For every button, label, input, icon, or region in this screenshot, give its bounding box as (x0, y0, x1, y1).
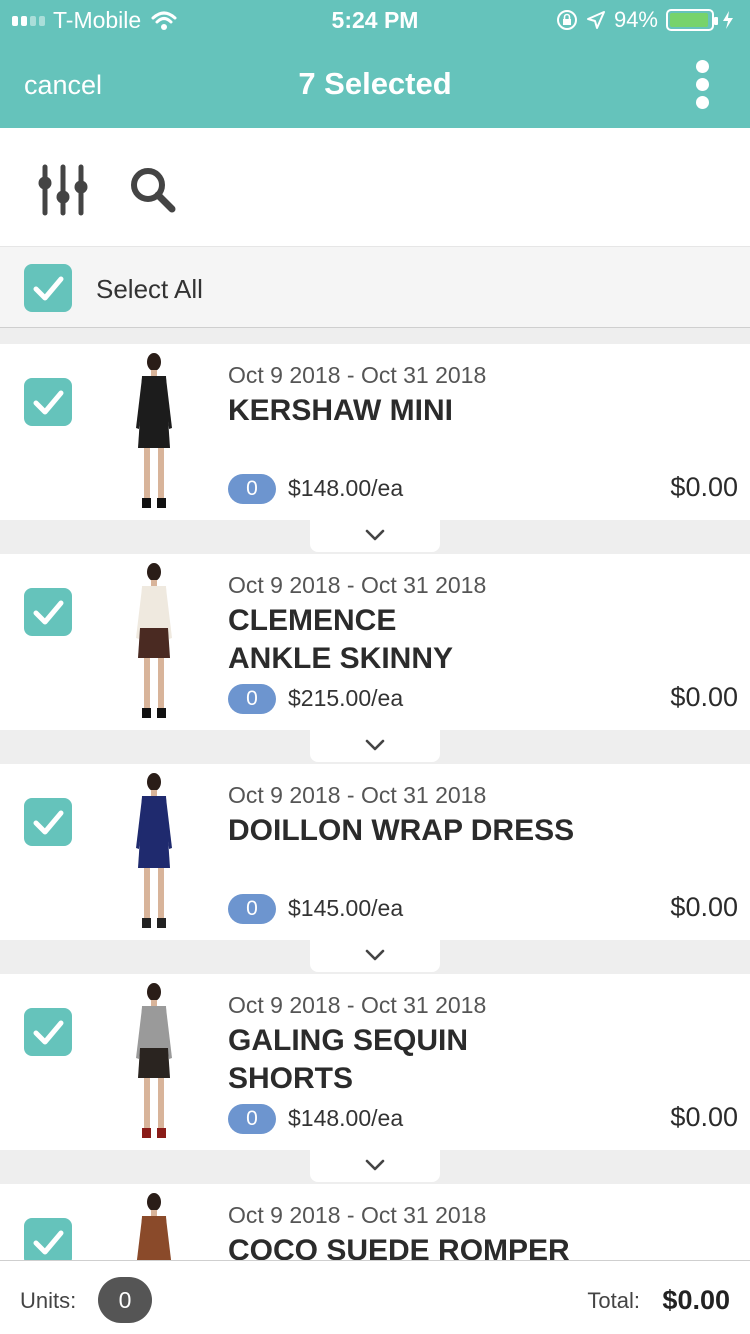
checkmark-icon (33, 1020, 64, 1045)
item-name-line: COCO SUEDE ROMPER (228, 1234, 570, 1260)
item-date-range: Oct 9 2018 - Oct 31 2018 (228, 362, 487, 388)
item-name-line: GALING SEQUIN (228, 1024, 469, 1057)
item-name-line: SHORTS (228, 1062, 354, 1095)
item-name: GALING SEQUIN SHORTS (228, 1022, 588, 1098)
orientation-lock-icon (556, 10, 577, 30)
total-value: $0.00 (662, 1285, 730, 1315)
item-subtotal: $0.00 (670, 682, 738, 712)
item-name-line: CLEMENCE (228, 604, 397, 637)
units-count-badge: 0 (98, 1277, 152, 1323)
toolbar (0, 128, 750, 246)
product-image[interactable] (112, 768, 196, 936)
item-checkbox[interactable] (24, 798, 72, 846)
filter-sliders-icon[interactable] (36, 163, 90, 217)
quantity-badge[interactable]: 0 (228, 474, 276, 504)
list-item[interactable]: Oct 9 2018 - Oct 31 2018 DOILLON WRAP DR… (0, 764, 750, 940)
item-name: CLEMENCE ANKLE SKINNY (228, 602, 588, 678)
page-title: 7 Selected (298, 66, 452, 101)
item-checkbox[interactable] (24, 1218, 72, 1260)
item-checkbox[interactable] (24, 1008, 72, 1056)
item-name: COCO SUEDE ROMPER (228, 1232, 588, 1260)
item-name-line: KERSHAW MINI (228, 394, 453, 427)
status-bar: T-Mobile 5:24 PM 94% (0, 0, 750, 40)
item-unit-price: $148.00/ea (288, 475, 404, 501)
summary-footer: Units: 0 Total: $0.00 (0, 1260, 750, 1334)
select-all-label: Select All (96, 274, 203, 304)
top-bar: T-Mobile 5:24 PM 94% cancel 7 Selected (0, 0, 750, 128)
nav-bar: cancel 7 Selected (0, 40, 750, 128)
item-unit-price: $215.00/ea (288, 685, 404, 711)
product-image[interactable] (112, 348, 196, 516)
list-item[interactable]: Oct 9 2018 - Oct 31 2018 KERSHAW MINI 0 … (0, 344, 750, 520)
total-label: Total: (587, 1288, 640, 1313)
battery-percent: 94% (613, 7, 658, 32)
expand-item-button[interactable] (310, 520, 440, 552)
item-subtotal: $0.00 (670, 1102, 738, 1132)
expand-item-button[interactable] (310, 730, 440, 762)
charging-icon (723, 11, 733, 29)
item-unit-price: $145.00/ea (288, 895, 404, 921)
list-item[interactable]: Oct 9 2018 - Oct 31 2018 COCO SUEDE ROMP… (0, 1184, 750, 1260)
item-subtotal: $0.00 (670, 892, 738, 922)
list-item[interactable]: Oct 9 2018 - Oct 31 2018 CLEMENCE ANKLE S… (0, 554, 750, 730)
item-name-line: ANKLE SKINNY (228, 642, 454, 675)
expand-item-button[interactable] (310, 940, 440, 972)
quantity-badge[interactable]: 0 (228, 1104, 276, 1134)
checkmark-icon (33, 1230, 64, 1255)
item-name-line: DOILLON WRAP DRESS (228, 814, 575, 847)
item-checkbox[interactable] (24, 588, 72, 636)
battery-icon (666, 9, 718, 31)
item-date-range: Oct 9 2018 - Oct 31 2018 (228, 572, 487, 598)
chevron-down-icon (365, 739, 385, 751)
item-date-range: Oct 9 2018 - Oct 31 2018 (228, 782, 487, 808)
item-checkbox[interactable] (24, 378, 72, 426)
product-image[interactable] (112, 1188, 196, 1260)
checkmark-icon (33, 810, 64, 835)
product-image[interactable] (112, 978, 196, 1146)
chevron-down-icon (365, 1159, 385, 1171)
item-date-range: Oct 9 2018 - Oct 31 2018 (228, 992, 487, 1018)
product-list: Oct 9 2018 - Oct 31 2018 KERSHAW MINI 0 … (0, 328, 750, 1260)
quantity-badge[interactable]: 0 (228, 894, 276, 924)
item-subtotal: $0.00 (670, 472, 738, 502)
item-unit-price: $148.00/ea (288, 1105, 404, 1131)
expand-item-button[interactable] (310, 1150, 440, 1182)
units-label: Units: (20, 1288, 77, 1313)
list-item[interactable]: Oct 9 2018 - Oct 31 2018 GALING SEQUIN SH… (0, 974, 750, 1150)
select-all-checkbox[interactable] (24, 264, 72, 312)
select-all-row[interactable]: Select All (0, 246, 750, 328)
item-name: KERSHAW MINI (228, 392, 588, 430)
location-icon (586, 11, 605, 29)
checkmark-icon (33, 276, 64, 301)
item-name: DOILLON WRAP DRESS (228, 812, 588, 850)
more-vertical-icon[interactable] (692, 60, 712, 110)
product-image[interactable] (112, 558, 196, 726)
checkmark-icon (33, 600, 64, 625)
checkmark-icon (33, 390, 64, 415)
chevron-down-icon (365, 529, 385, 541)
chevron-down-icon (365, 949, 385, 961)
item-date-range: Oct 9 2018 - Oct 31 2018 (228, 1202, 487, 1228)
quantity-badge[interactable]: 0 (228, 684, 276, 714)
search-icon[interactable] (126, 163, 180, 217)
status-right: 94% (556, 7, 734, 33)
